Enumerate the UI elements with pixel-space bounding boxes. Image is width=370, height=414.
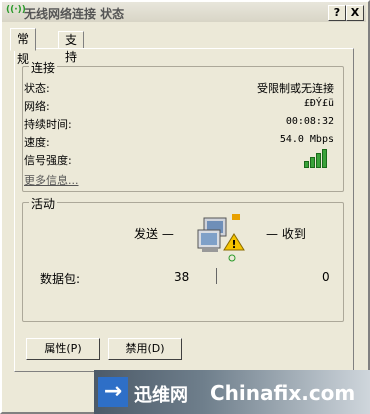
status-label: 状态: <box>24 82 50 95</box>
packets-divider <box>216 268 217 284</box>
speed-value: 54.0 Mbps <box>279 134 334 145</box>
status-row: 状态: 受限制或无连接 <box>24 80 334 96</box>
watermark-logo-icon: → <box>98 377 128 407</box>
duration-label: 持续时间: <box>24 118 72 131</box>
more-info-row: 更多信息... <box>24 172 334 188</box>
svg-text:!: ! <box>231 238 236 251</box>
signal-bar <box>310 157 315 168</box>
packets-label: 数据包: <box>40 272 81 286</box>
disable-button[interactable]: 禁用(D) <box>108 338 182 360</box>
title-bar[interactable]: ((·)) 无线网络连接 状态 ? X <box>2 2 366 22</box>
signal-bar <box>304 161 309 168</box>
packets-sent-value: 38 <box>174 270 190 284</box>
duration-value: 00:08:32 <box>285 116 334 127</box>
sent-label: 发送 — <box>134 227 174 241</box>
watermark-cn: 迅维网 <box>134 385 188 406</box>
tab-support[interactable]: 支持 <box>58 31 85 64</box>
wireless-signal-icon: ((·)) <box>6 5 26 15</box>
network-computers-icon: ! <box>194 212 252 264</box>
received-label: — 收到 <box>266 227 306 241</box>
watermark-en: Chinafix.com <box>210 381 356 405</box>
activity-group-label: 活动 <box>29 195 58 212</box>
signal-bars-icon <box>304 149 334 168</box>
signal-bar <box>316 153 321 168</box>
properties-button[interactable]: 属性(P) <box>26 338 100 360</box>
signal-strength-label: 信号强度: <box>24 154 72 167</box>
signal-bar <box>322 149 327 168</box>
tab-general[interactable]: 常规 <box>10 28 37 66</box>
more-info-link[interactable]: 更多信息... <box>24 172 79 188</box>
status-value: 受限制或无连接 <box>257 82 334 95</box>
network-label: 网络: <box>24 100 50 113</box>
close-button[interactable]: X <box>346 5 364 21</box>
help-button[interactable]: ? <box>328 5 346 21</box>
network-row: 网络: £ÐÝ£ü <box>24 98 334 114</box>
packets-received-value: 0 <box>322 270 330 284</box>
activity-group: 活动 <box>22 195 344 322</box>
speed-row: 速度: 54.0 Mbps <box>24 134 334 150</box>
window-title: 无线网络连接 状态 <box>24 7 125 21</box>
signal-strength-row: 信号强度: <box>24 149 334 172</box>
duration-row: 持续时间: 00:08:32 <box>24 116 334 132</box>
network-value: £ÐÝ£ü <box>303 98 334 109</box>
connection-group-label: 连接 <box>29 59 58 76</box>
speed-label: 速度: <box>24 136 50 149</box>
